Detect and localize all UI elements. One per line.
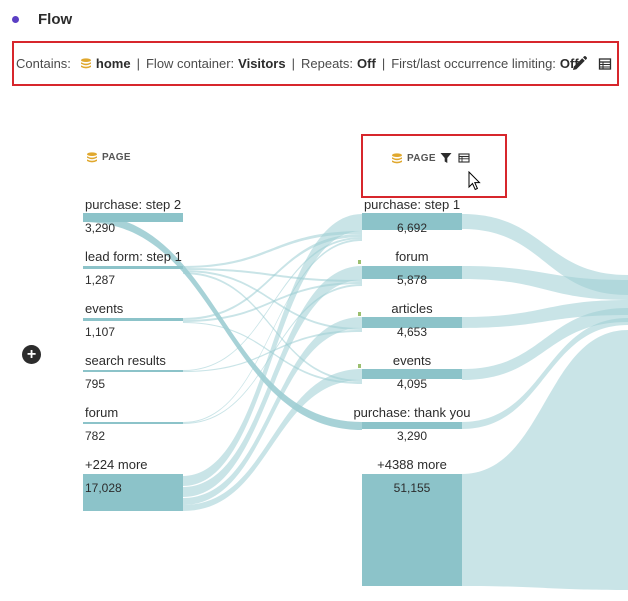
node-label[interactable]: lead form: step 1 [85,249,182,264]
node-count: 1,287 [85,273,116,287]
flow-link [183,214,362,486]
node-label[interactable]: purchase: step 2 [85,197,181,212]
node-count: 4,095 [396,377,428,391]
node-label[interactable]: events [362,353,462,368]
node-label[interactable]: purchase: thank you [337,405,487,420]
node-count: 3,290 [396,429,428,443]
node-marker [358,312,361,316]
node-bar [83,266,183,269]
node-count: 4,653 [396,325,428,339]
node-label[interactable]: +224 more [85,457,148,472]
node-count: 17,028 [85,481,122,495]
node-label[interactable]: articles [362,301,462,316]
node-label[interactable]: purchase: step 1 [362,197,462,212]
node-count: 5,878 [396,273,428,287]
node-bar [83,318,183,321]
node-label[interactable]: forum [85,405,118,420]
node-marker [358,260,361,264]
node-bar [362,422,462,429]
node-count: 3,290 [85,221,116,235]
flow-link [462,266,628,300]
node-count: 51,155 [393,481,431,495]
node-count: 795 [85,377,106,391]
node-label[interactable]: search results [85,353,166,368]
add-column-button[interactable]: + [22,345,41,364]
node-marker [358,364,361,368]
node-bar [83,422,183,424]
node-label[interactable]: events [85,301,123,316]
node-count: 782 [85,429,106,443]
node-label[interactable]: +4388 more [362,457,462,472]
node-count: 6,692 [396,221,428,235]
node-count: 1,107 [85,325,116,339]
node-label[interactable]: forum [362,249,462,264]
node-bar [83,370,183,372]
